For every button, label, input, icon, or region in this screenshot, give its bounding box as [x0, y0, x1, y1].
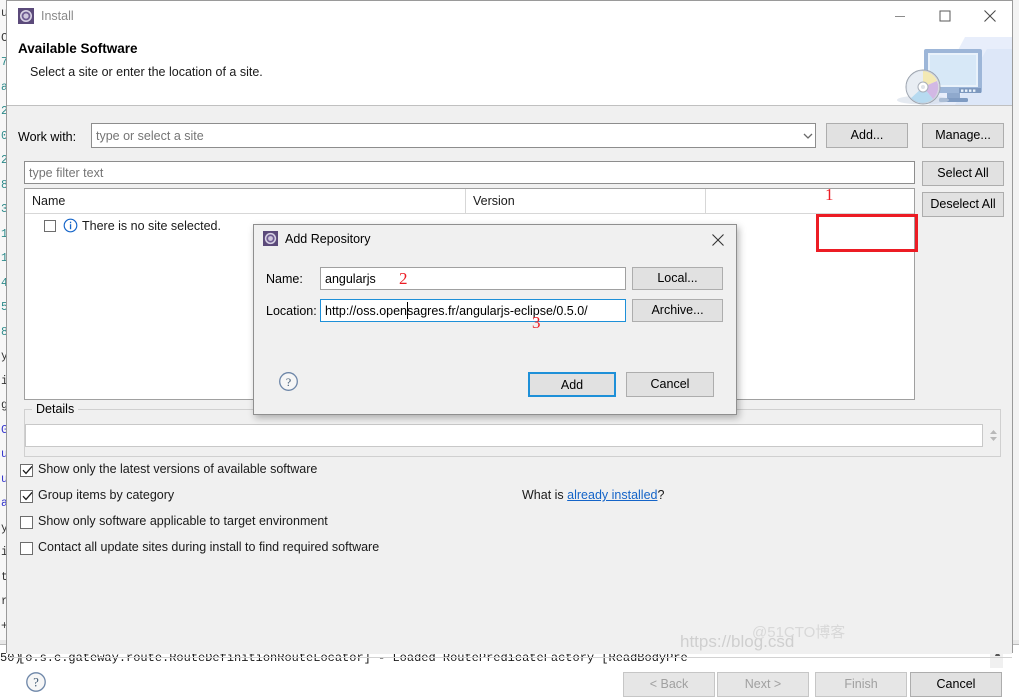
row-checkbox[interactable] — [44, 220, 56, 232]
window-titlebar: Install — [7, 1, 1012, 32]
already-installed-suffix: ? — [657, 488, 665, 502]
dialog-add-button[interactable]: Add — [528, 372, 616, 397]
annotation-step-2: 2 — [399, 269, 408, 288]
text-caret — [407, 302, 408, 319]
next-button: Next > — [717, 672, 809, 697]
checkbox-box[interactable] — [20, 464, 33, 477]
row-label: There is no site selected. — [82, 219, 221, 233]
close-icon[interactable] — [967, 1, 1012, 31]
cancel-button[interactable]: Cancel — [910, 672, 1002, 697]
editor-right-edge — [1012, 0, 1019, 645]
checkbox-label: Show only the latest versions of availab… — [38, 462, 318, 476]
already-installed-link[interactable]: already installed — [567, 488, 657, 502]
work-with-label: Work with: — [18, 130, 77, 144]
name-label: Name: — [266, 272, 303, 286]
already-installed-prefix: What is — [522, 488, 568, 502]
dialog-cancel-button[interactable]: Cancel — [626, 372, 714, 397]
dialog-title: Add Repository — [285, 232, 371, 246]
deselect-all-button[interactable]: Deselect All — [922, 192, 1004, 217]
annotation-highlight-add-button — [816, 214, 918, 252]
eclipse-install-icon — [263, 231, 278, 246]
add-repository-dialog: Add Repository Name: Location: Local... … — [253, 224, 737, 415]
help-icon[interactable]: ? — [278, 371, 299, 392]
column-divider[interactable] — [705, 189, 706, 213]
maximize-icon[interactable] — [922, 1, 967, 31]
details-field — [25, 424, 983, 447]
select-all-button[interactable]: Select All — [922, 161, 1004, 186]
column-header-version[interactable]: Version — [473, 194, 515, 208]
details-legend: Details — [32, 402, 79, 416]
filter-input[interactable] — [24, 161, 915, 184]
name-input[interactable] — [320, 267, 626, 290]
eclipse-install-icon — [18, 8, 34, 24]
svg-text:?: ? — [286, 375, 291, 389]
work-with-input[interactable] — [91, 123, 816, 148]
page-title: Available Software — [18, 41, 138, 56]
close-icon[interactable] — [703, 228, 733, 251]
checkbox-label: Show only software applicable to target … — [38, 514, 328, 528]
page-subtitle: Select a site or enter the location of a… — [30, 65, 263, 79]
monitor-cd-icon — [847, 32, 1012, 105]
checkbox-box[interactable] — [20, 542, 33, 555]
column-divider[interactable] — [465, 189, 466, 213]
annotation-step-3: 3 — [532, 313, 541, 332]
annotation-step-1: 1 — [825, 185, 834, 204]
back-button: < Back — [623, 672, 715, 697]
checkbox-label: Group items by category — [38, 488, 175, 502]
archive-button[interactable]: Archive... — [632, 299, 723, 322]
location-label: Location: — [266, 304, 317, 318]
info-icon — [63, 218, 78, 233]
column-header-name[interactable]: Name — [32, 194, 65, 208]
add-button[interactable]: Add... — [826, 123, 908, 148]
location-input[interactable] — [320, 299, 626, 322]
local-button[interactable]: Local... — [632, 267, 723, 290]
checkbox-box[interactable] — [20, 490, 33, 503]
already-installed-text: What is already installed? — [522, 488, 664, 502]
svg-text:?: ? — [33, 676, 39, 690]
checkbox-box[interactable] — [20, 516, 33, 529]
checkbox-label: Contact all update sites during install … — [38, 540, 380, 554]
finish-button: Finish — [815, 672, 907, 697]
window-title: Install — [41, 9, 74, 23]
wizard-banner: Available Software Select a site or ente… — [7, 32, 1012, 106]
help-icon[interactable]: ? — [25, 671, 47, 693]
dialog-titlebar: Add Repository — [254, 225, 736, 254]
minimize-icon[interactable] — [877, 1, 922, 31]
footer-divider — [7, 657, 1012, 658]
table-header: Name Version — [25, 189, 914, 214]
spinner-up-down-icon[interactable] — [987, 425, 1000, 446]
manage-button[interactable]: Manage... — [922, 123, 1004, 148]
